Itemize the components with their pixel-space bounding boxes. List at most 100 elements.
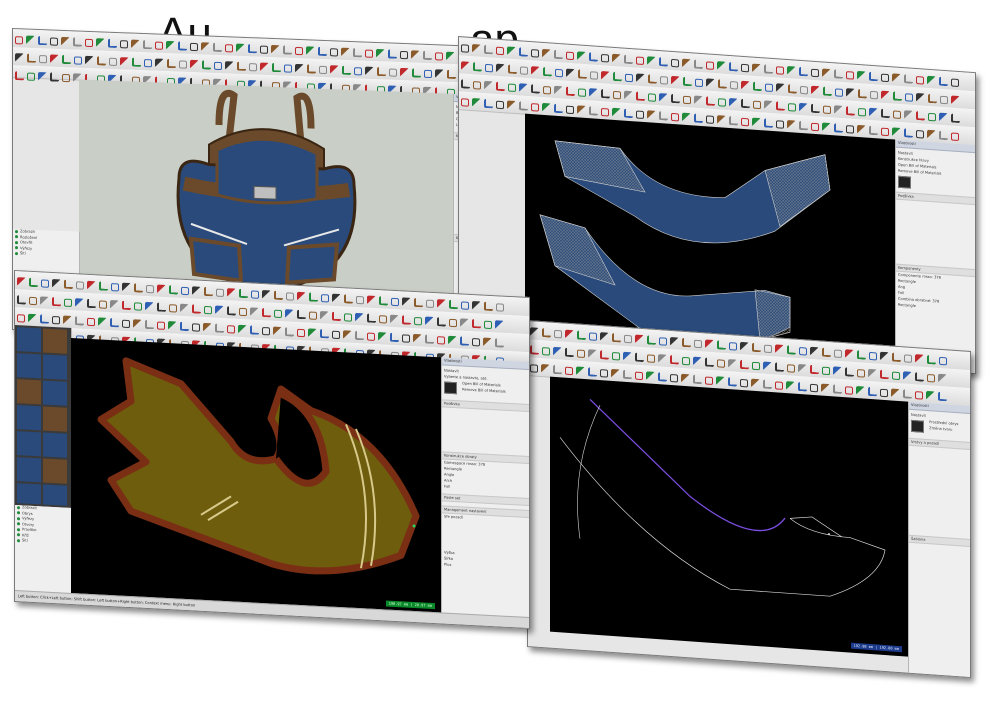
curve-icon[interactable] — [821, 383, 830, 394]
grid-icon[interactable] — [554, 103, 563, 114]
line-icon[interactable] — [670, 336, 679, 347]
cut-icon[interactable] — [682, 356, 690, 366]
line-icon[interactable] — [857, 350, 866, 360]
arrow-icon[interactable] — [449, 318, 457, 328]
zoom-icon[interactable] — [776, 120, 784, 129]
line-icon[interactable] — [799, 120, 808, 131]
settings-icon[interactable] — [52, 315, 60, 325]
zoom-icon[interactable] — [472, 301, 481, 311]
stitch-icon[interactable] — [892, 371, 900, 381]
layer-icon[interactable] — [541, 363, 550, 374]
settings-icon[interactable] — [365, 66, 374, 76]
text-icon[interactable] — [869, 351, 877, 361]
layer-icon[interactable] — [927, 373, 935, 383]
layer-icon[interactable] — [718, 79, 727, 89]
stitch-icon[interactable] — [356, 295, 364, 305]
cut-icon[interactable] — [146, 284, 154, 294]
measure-icon[interactable] — [880, 369, 889, 380]
stitch-icon[interactable] — [344, 313, 352, 322]
text-icon[interactable] — [846, 71, 854, 80]
line-icon[interactable] — [823, 86, 832, 97]
text-icon[interactable] — [38, 71, 47, 82]
save-icon[interactable] — [741, 63, 749, 73]
line-icon[interactable] — [646, 371, 655, 381]
measure-icon[interactable] — [85, 38, 93, 48]
text-icon[interactable] — [297, 328, 305, 338]
undo-icon[interactable] — [543, 85, 551, 95]
layer-icon[interactable] — [542, 48, 551, 59]
stitch-icon[interactable] — [272, 62, 281, 73]
cut-icon[interactable] — [834, 105, 843, 115]
settings-icon[interactable] — [810, 346, 819, 357]
measure-icon[interactable] — [693, 356, 702, 367]
layer-icon[interactable] — [307, 64, 316, 74]
undo-icon[interactable] — [916, 111, 925, 121]
zoom-icon[interactable] — [15, 53, 24, 63]
save-icon[interactable] — [204, 305, 212, 315]
cut-icon[interactable] — [461, 79, 470, 89]
stitch-icon[interactable] — [169, 285, 178, 295]
settings-icon[interactable] — [250, 307, 259, 317]
undo-icon[interactable] — [717, 115, 726, 125]
stitch-icon[interactable] — [858, 107, 866, 117]
grid-icon[interactable] — [588, 367, 597, 377]
layer-icon[interactable] — [729, 61, 738, 72]
undo-icon[interactable] — [203, 322, 212, 333]
redo-icon[interactable] — [787, 345, 796, 355]
panel-section[interactable]: Paste set — [442, 493, 530, 507]
redo-icon[interactable] — [566, 68, 575, 79]
undo-icon[interactable] — [144, 59, 152, 68]
arrow-icon[interactable] — [461, 301, 469, 310]
cut-icon[interactable] — [332, 293, 341, 304]
curve-icon[interactable] — [297, 291, 306, 302]
undo-icon[interactable] — [904, 128, 913, 138]
layer-icon[interactable] — [553, 346, 562, 357]
stitch-icon[interactable] — [85, 55, 94, 66]
grid-icon[interactable] — [178, 41, 187, 51]
measure-icon[interactable] — [271, 44, 280, 55]
arrow-icon[interactable] — [635, 334, 644, 345]
text-icon[interactable] — [845, 386, 853, 395]
zoom-icon[interactable] — [75, 316, 84, 326]
rotate-icon[interactable] — [180, 303, 189, 314]
piece-thumbnail[interactable] — [911, 419, 924, 433]
cut-icon[interactable] — [648, 93, 656, 102]
line-icon[interactable] — [423, 50, 432, 61]
redo-icon[interactable] — [166, 40, 175, 51]
settings-icon[interactable] — [612, 351, 620, 361]
line-icon[interactable] — [27, 72, 35, 81]
redo-icon[interactable] — [600, 332, 609, 342]
line-icon[interactable] — [225, 61, 234, 71]
undo-icon[interactable] — [729, 97, 738, 108]
arrow-icon[interactable] — [951, 132, 959, 142]
curve-icon[interactable] — [787, 120, 796, 130]
text-icon[interactable] — [237, 61, 246, 71]
redo-icon[interactable] — [554, 85, 563, 96]
undo-icon[interactable] — [531, 103, 539, 112]
line-icon[interactable] — [845, 367, 854, 377]
measure-icon[interactable] — [485, 63, 493, 73]
undo-icon[interactable] — [414, 297, 423, 308]
text-icon[interactable] — [648, 74, 657, 84]
cut-icon[interactable] — [636, 110, 644, 120]
save-icon[interactable] — [892, 127, 901, 137]
grid-icon[interactable] — [354, 67, 362, 76]
settings-icon[interactable] — [601, 53, 609, 63]
rotate-icon[interactable] — [508, 83, 516, 93]
settings-icon[interactable] — [578, 88, 586, 97]
cut-icon[interactable] — [670, 373, 678, 383]
rotate-icon[interactable] — [554, 329, 562, 339]
flip-icon[interactable] — [729, 342, 737, 351]
flip-icon[interactable] — [484, 98, 493, 109]
zoom-icon[interactable] — [822, 366, 830, 376]
rotate-icon[interactable] — [120, 40, 128, 49]
curve-icon[interactable] — [273, 326, 282, 337]
cut-icon[interactable] — [62, 54, 71, 65]
settings-icon[interactable] — [764, 100, 773, 111]
grid-icon[interactable] — [566, 86, 575, 97]
settings-icon[interactable] — [64, 298, 72, 308]
save-icon[interactable] — [543, 66, 552, 77]
arrow-icon[interactable] — [799, 66, 808, 77]
stitch-icon[interactable] — [332, 330, 340, 340]
redo-icon[interactable] — [753, 81, 762, 92]
